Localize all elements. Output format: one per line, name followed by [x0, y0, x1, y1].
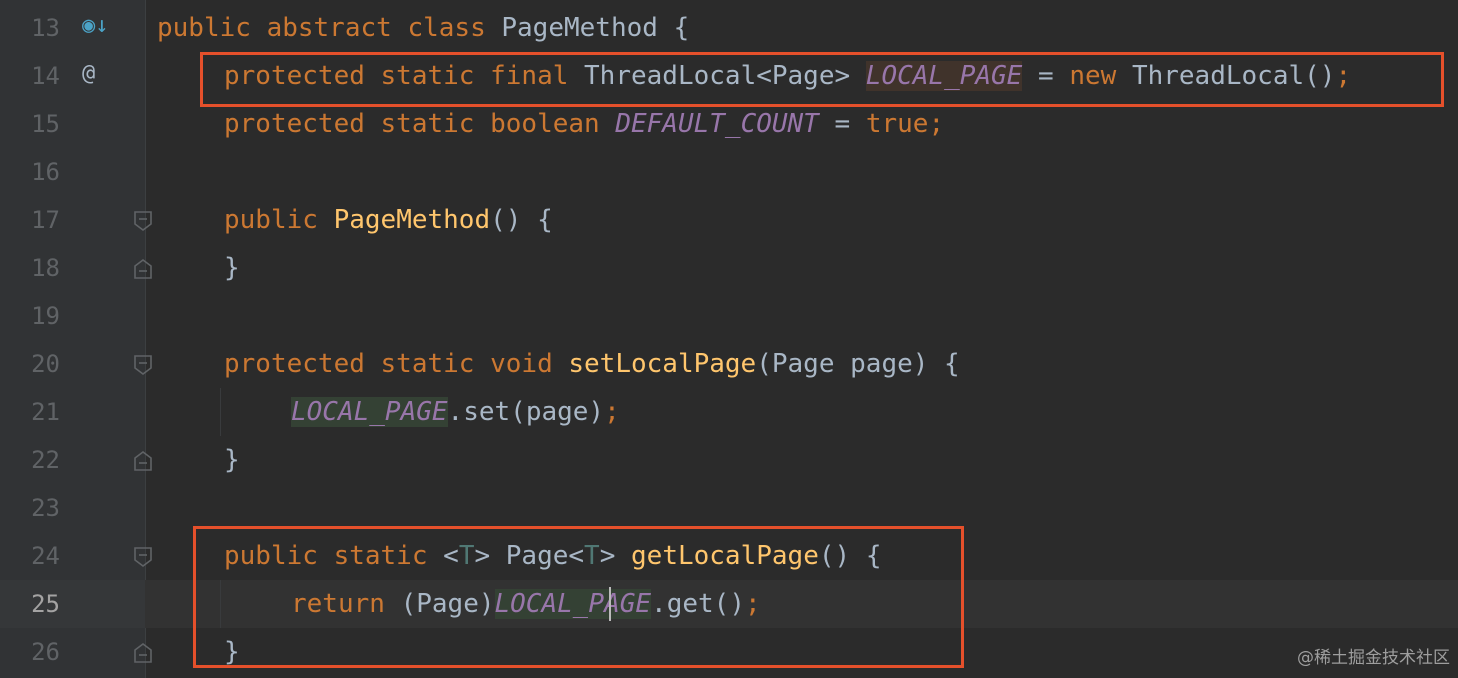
watermark: @稀土掘金技术社区 — [1297, 648, 1450, 668]
token-method-name: PageMethod — [333, 205, 491, 235]
code-line-21[interactable]: LOCAL_PAGE.set(page); — [291, 388, 620, 436]
token-static-field: LOCAL_PAGE — [291, 397, 448, 427]
token-plain: = — [818, 109, 866, 139]
line-number[interactable]: 17 — [12, 196, 60, 244]
token-keyword: protected static void — [224, 349, 569, 379]
token-keyword: true — [865, 109, 929, 139]
token-plain: .set(page) — [447, 397, 605, 427]
implemented-override-icon[interactable]: ◉↓ — [82, 14, 110, 38]
token-plain: () { — [490, 205, 553, 235]
token-method-name: setLocalPage — [568, 349, 757, 379]
code-line-13[interactable]: public abstract class PageMethod { — [157, 4, 689, 52]
code-line-22[interactable]: } — [224, 436, 240, 484]
token-keyword: public abstract class — [157, 13, 502, 43]
line-number[interactable]: 15 — [12, 100, 60, 148]
token-plain: } — [224, 445, 240, 475]
line-number[interactable]: 23 — [12, 484, 60, 532]
gutter-separator — [145, 0, 146, 678]
token-keyword: protected static boolean — [224, 109, 616, 139]
code-line-15[interactable]: protected static boolean DEFAULT_COUNT =… — [224, 100, 944, 148]
fold-collapse-icon[interactable] — [133, 210, 153, 232]
line-number[interactable]: 26 — [12, 628, 60, 676]
highlight-box-get-local-page-method — [193, 526, 964, 668]
line-number[interactable]: 13 — [12, 4, 60, 52]
code-line-18[interactable]: } — [224, 244, 240, 292]
line-number[interactable]: 21 — [12, 388, 60, 436]
code-line-17[interactable]: public PageMethod() { — [224, 196, 553, 244]
token-semicolon: ; — [604, 397, 620, 427]
token-static-field: DEFAULT_COUNT — [615, 109, 819, 139]
token-plain: { — [657, 13, 690, 43]
line-number[interactable]: 14 — [12, 52, 60, 100]
line-number[interactable]: 22 — [12, 436, 60, 484]
token-semicolon: ; — [928, 109, 945, 139]
fold-end-icon[interactable] — [133, 258, 153, 280]
line-number[interactable]: 20 — [12, 340, 60, 388]
code-line-20[interactable]: protected static void setLocalPage(Page … — [224, 340, 960, 388]
line-number-current[interactable]: 25 — [12, 580, 60, 628]
highlight-box-local-page-declaration — [200, 52, 1444, 107]
token-class-name: PageMethod — [501, 13, 658, 43]
token-plain: } — [224, 253, 240, 283]
fold-end-icon[interactable] — [133, 642, 153, 664]
line-number[interactable]: 24 — [12, 532, 60, 580]
code-editor[interactable]: 13 14 15 16 17 18 19 20 21 22 23 24 25 2… — [0, 0, 1458, 678]
indent-guide — [220, 388, 221, 436]
line-number[interactable]: 19 — [12, 292, 60, 340]
fold-collapse-icon[interactable] — [133, 546, 153, 568]
token-plain: (Page page) { — [756, 349, 960, 379]
line-number[interactable]: 16 — [12, 148, 60, 196]
fold-end-icon[interactable] — [133, 450, 153, 472]
annotated-icon[interactable]: @ — [82, 62, 110, 86]
line-number[interactable]: 18 — [12, 244, 60, 292]
token-keyword: public — [224, 205, 334, 235]
fold-collapse-icon[interactable] — [133, 354, 153, 376]
